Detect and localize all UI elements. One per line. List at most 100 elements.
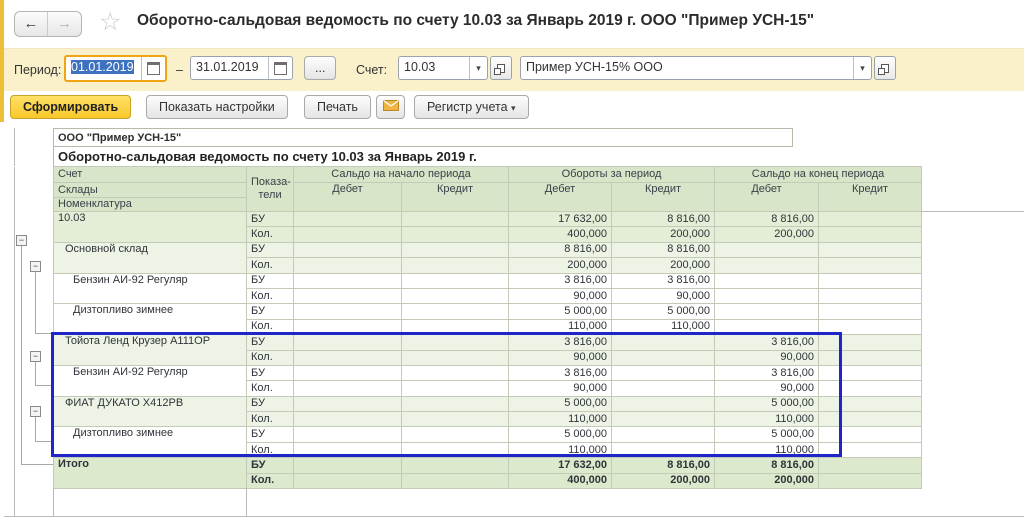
value-cell[interactable] [715,258,819,273]
value-cell[interactable] [402,427,509,442]
period-to-value[interactable]: 31.01.2019 [191,57,268,79]
value-cell[interactable] [402,273,509,288]
value-cell[interactable]: 90,000 [509,288,612,303]
account-open-button[interactable] [490,56,512,80]
value-cell[interactable]: 90,000 [612,288,715,303]
value-cell[interactable] [819,350,922,365]
collapse-button-warehouse-2[interactable]: − [30,351,41,362]
value-cell[interactable] [402,288,509,303]
account-combo[interactable]: 10.03 ▾ [398,56,488,80]
header-debit[interactable]: Дебет [509,183,612,212]
header-credit[interactable]: Кредит [402,183,509,212]
value-cell[interactable]: 110,000 [509,412,612,427]
indicator-cell[interactable]: Кол. [247,319,294,334]
row-name[interactable]: Тойота Ленд Крузер А111ОР [54,335,247,366]
value-cell[interactable] [294,365,402,380]
value-cell[interactable] [612,412,715,427]
value-cell[interactable] [819,473,922,488]
value-cell[interactable]: 90,000 [715,350,819,365]
value-cell[interactable] [402,458,509,473]
value-cell[interactable] [819,258,922,273]
header-debit[interactable]: Дебет [294,183,402,212]
value-cell[interactable]: 17 632,00 [509,458,612,473]
value-cell[interactable] [294,227,402,242]
period-to-field[interactable]: 31.01.2019 [190,56,293,80]
value-cell[interactable]: 3 816,00 [612,273,715,288]
indicator-cell[interactable]: БУ [247,242,294,257]
value-cell[interactable]: 110,000 [509,319,612,334]
value-cell[interactable] [819,365,922,380]
indicator-cell[interactable]: БУ [247,427,294,442]
value-cell[interactable]: 3 816,00 [715,335,819,350]
value-cell[interactable] [819,227,922,242]
value-cell[interactable] [715,242,819,257]
value-cell[interactable] [715,319,819,334]
indicator-cell[interactable]: БУ [247,396,294,411]
value-cell[interactable] [819,304,922,319]
value-cell[interactable]: 90,000 [509,381,612,396]
value-cell[interactable]: 8 816,00 [715,458,819,473]
value-cell[interactable]: 200,000 [715,227,819,242]
value-cell[interactable]: 5 000,00 [715,427,819,442]
value-cell[interactable]: 3 816,00 [509,273,612,288]
back-arrow-icon[interactable]: ← [15,12,48,36]
value-cell[interactable]: 8 816,00 [509,242,612,257]
value-cell[interactable]: 200,000 [509,258,612,273]
indicator-cell[interactable]: БУ [247,212,294,227]
value-cell[interactable] [819,335,922,350]
value-cell[interactable] [294,381,402,396]
value-cell[interactable] [402,365,509,380]
favorite-star-icon[interactable]: ☆ [99,7,121,37]
period-from-value[interactable]: 01.01.2019 [66,57,141,80]
collapse-button-account[interactable]: − [16,235,27,246]
value-cell[interactable] [612,396,715,411]
value-cell[interactable]: 400,000 [509,473,612,488]
indicator-cell[interactable]: БУ [247,273,294,288]
value-cell[interactable]: 110,000 [715,442,819,457]
organization-combo[interactable]: Пример УСН-15% ООО ▾ [520,56,872,80]
value-cell[interactable] [294,258,402,273]
value-cell[interactable] [294,335,402,350]
value-cell[interactable]: 200,000 [715,473,819,488]
row-name[interactable]: Бензин АИ-92 Регуляр [54,273,247,304]
indicator-cell[interactable]: Кол. [247,258,294,273]
value-cell[interactable] [402,212,509,227]
value-cell[interactable]: 5 000,00 [509,396,612,411]
value-cell[interactable] [402,335,509,350]
header-closing-balance[interactable]: Сальдо на конец периода [715,167,922,183]
value-cell[interactable]: 5 000,00 [509,304,612,319]
row-name[interactable]: Основной склад [54,242,247,273]
indicator-cell[interactable]: Кол. [247,350,294,365]
value-cell[interactable] [819,396,922,411]
indicator-cell[interactable]: Кол. [247,412,294,427]
header-credit[interactable]: Кредит [612,183,715,212]
value-cell[interactable] [402,396,509,411]
indicator-cell[interactable]: Кол. [247,381,294,396]
value-cell[interactable]: 90,000 [715,381,819,396]
organization-value[interactable]: Пример УСН-15% ООО [521,57,853,79]
chevron-down-icon[interactable]: ▾ [469,57,487,79]
value-cell[interactable]: 200,000 [612,473,715,488]
header-turnover[interactable]: Обороты за период [509,167,715,183]
indicator-cell[interactable]: Кол. [247,473,294,488]
value-cell[interactable] [715,304,819,319]
header-credit[interactable]: Кредит [819,183,922,212]
indicator-cell[interactable]: БУ [247,335,294,350]
value-cell[interactable] [402,258,509,273]
account-value[interactable]: 10.03 [399,57,469,79]
row-name[interactable]: ФИАТ ДУКАТО Х412РВ [54,396,247,427]
value-cell[interactable] [819,212,922,227]
value-cell[interactable] [294,319,402,334]
value-cell[interactable] [715,288,819,303]
print-button[interactable]: Печать [304,95,371,119]
indicator-cell[interactable]: БУ [247,458,294,473]
indicator-cell[interactable]: Кол. [247,227,294,242]
value-cell[interactable] [294,304,402,319]
value-cell[interactable] [612,335,715,350]
value-cell[interactable]: 17 632,00 [509,212,612,227]
collapse-button-warehouse-3[interactable]: − [30,406,41,417]
indicator-cell[interactable]: БУ [247,304,294,319]
chevron-down-icon[interactable]: ▾ [853,57,871,79]
value-cell[interactable]: 110,000 [715,412,819,427]
row-name[interactable]: Бензин АИ-92 Регуляр [54,365,247,396]
